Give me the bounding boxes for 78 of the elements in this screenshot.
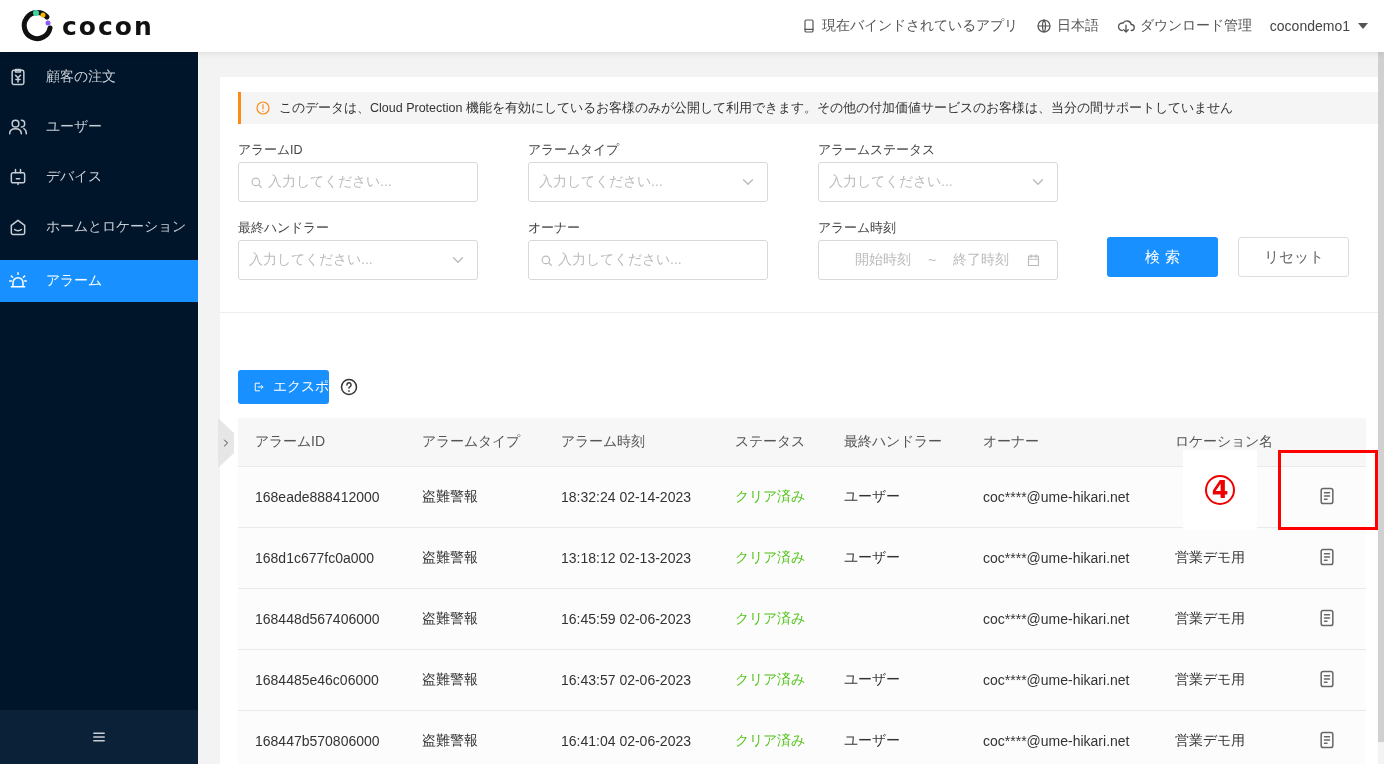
export-button[interactable]: エクスポ bbox=[238, 370, 329, 404]
step-marker: 4 bbox=[1205, 475, 1235, 505]
device-icon bbox=[8, 167, 28, 187]
header-link[interactable]: 現在バインドされているアプリ bbox=[800, 17, 1018, 35]
table-cell: 168d1c677fc0a000 bbox=[255, 550, 375, 566]
brand-name: cocon bbox=[62, 11, 154, 41]
sidebar-item[interactable]: 顧客の注文 bbox=[0, 52, 198, 102]
document-icon bbox=[1317, 668, 1337, 689]
yen-clipboard-icon bbox=[8, 67, 28, 87]
users-icon bbox=[8, 117, 28, 137]
logo-icon bbox=[20, 9, 54, 43]
sidebar-item[interactable]: デバイス bbox=[0, 152, 198, 202]
scrollbar[interactable] bbox=[1378, 52, 1384, 742]
calendar-icon bbox=[1025, 252, 1041, 268]
notice-text: このデータは、Cloud Protection 機能を有効にしているお客様のみが公開して利用できます。その他の付加価値サービスのお客様は、当分の間サポートしていません bbox=[279, 99, 1233, 117]
field-label: アラームID bbox=[238, 142, 304, 159]
column-header: ステータス bbox=[718, 418, 827, 467]
table-cell: クリア済み bbox=[735, 732, 805, 748]
column-header: アラーム時刻 bbox=[544, 418, 718, 467]
field-label: アラームタイプ bbox=[528, 142, 621, 159]
table-cell: クリア済み bbox=[735, 549, 805, 565]
user-name[interactable]: cocondemo1 bbox=[1269, 18, 1350, 34]
caret-icon[interactable] bbox=[1358, 23, 1368, 29]
field-label: アラーム時刻 bbox=[818, 220, 897, 237]
column-header: オーナー bbox=[966, 418, 1158, 467]
sidebar-item[interactable]: ホームとロケーション bbox=[0, 202, 198, 252]
table-cell: 16:45:59 02-06-2023 bbox=[561, 611, 691, 627]
field-label: アラームステータス bbox=[818, 142, 936, 159]
field-label: オーナー bbox=[528, 220, 581, 237]
table-cell: 1684485e46c06000 bbox=[255, 672, 379, 688]
table-cell: 営業デモ用 bbox=[1175, 732, 1245, 748]
table-cell: クリア済み bbox=[735, 488, 805, 504]
table-cell: coc****@ume-hikari.net bbox=[983, 733, 1130, 749]
header-link[interactable]: 日本語 bbox=[1035, 17, 1099, 35]
globe-icon bbox=[1035, 18, 1052, 34]
table-cell: 盗難警報 bbox=[422, 549, 478, 565]
document-icon bbox=[1317, 485, 1337, 506]
header-link[interactable]: ダウンロード管理 bbox=[1116, 17, 1252, 35]
table-cell: ユーザー bbox=[844, 549, 900, 565]
table-cell: 16:43:57 02-06-2023 bbox=[561, 672, 691, 688]
table-cell: 168448d567406000 bbox=[255, 611, 380, 627]
info-icon bbox=[255, 100, 271, 116]
table-cell: 盗難警報 bbox=[422, 610, 478, 626]
cloud-download-icon bbox=[1116, 17, 1135, 35]
table-cell: ユーザー bbox=[844, 488, 900, 504]
table-cell: 営業デモ用 bbox=[1175, 671, 1245, 687]
table-cell: 盗難警報 bbox=[422, 671, 478, 687]
table-cell: 18:32:24 02-14-2023 bbox=[561, 489, 691, 505]
sidebar-item[interactable]: ユーザー bbox=[0, 102, 198, 152]
column-header: アラームタイプ bbox=[405, 418, 544, 467]
help-icon bbox=[339, 377, 359, 397]
table-cell: ユーザー bbox=[844, 671, 900, 687]
table-cell: 16:41:04 02-06-2023 bbox=[561, 733, 691, 749]
document-icon bbox=[1317, 729, 1337, 750]
document-icon bbox=[1317, 546, 1337, 567]
table-cell: 営業デモ用 bbox=[1175, 610, 1245, 626]
document-icon bbox=[1317, 607, 1337, 628]
sidebar-item[interactable]: アラーム bbox=[0, 260, 198, 302]
alarm-light-icon bbox=[8, 271, 28, 291]
reset-button[interactable]: リセット bbox=[1238, 237, 1349, 277]
field-label: 最終ハンドラー bbox=[238, 220, 330, 237]
table-cell: 168447b570806000 bbox=[255, 733, 380, 749]
table-cell: ユーザー bbox=[844, 732, 900, 748]
table-cell: coc****@ume-hikari.net bbox=[983, 611, 1130, 627]
home-icon bbox=[8, 217, 28, 237]
table-cell: クリア済み bbox=[735, 671, 805, 687]
table-cell: クリア済み bbox=[735, 610, 805, 626]
table-cell: coc****@ume-hikari.net bbox=[983, 489, 1130, 505]
table-cell: 営業デモ用 bbox=[1175, 549, 1245, 565]
column-header: 最終ハンドラー bbox=[827, 418, 966, 467]
table-cell: 168eade888412000 bbox=[255, 489, 380, 505]
search-button[interactable]: 検 索 bbox=[1107, 237, 1218, 277]
table-cell: 盗難警報 bbox=[422, 732, 478, 748]
table-cell: 盗難警報 bbox=[422, 488, 478, 504]
table-cell: coc****@ume-hikari.net bbox=[983, 672, 1130, 688]
table-cell: 13:18:12 02-13-2023 bbox=[561, 550, 691, 566]
table-cell: coc****@ume-hikari.net bbox=[983, 550, 1130, 566]
column-header: アラームID bbox=[238, 418, 405, 467]
